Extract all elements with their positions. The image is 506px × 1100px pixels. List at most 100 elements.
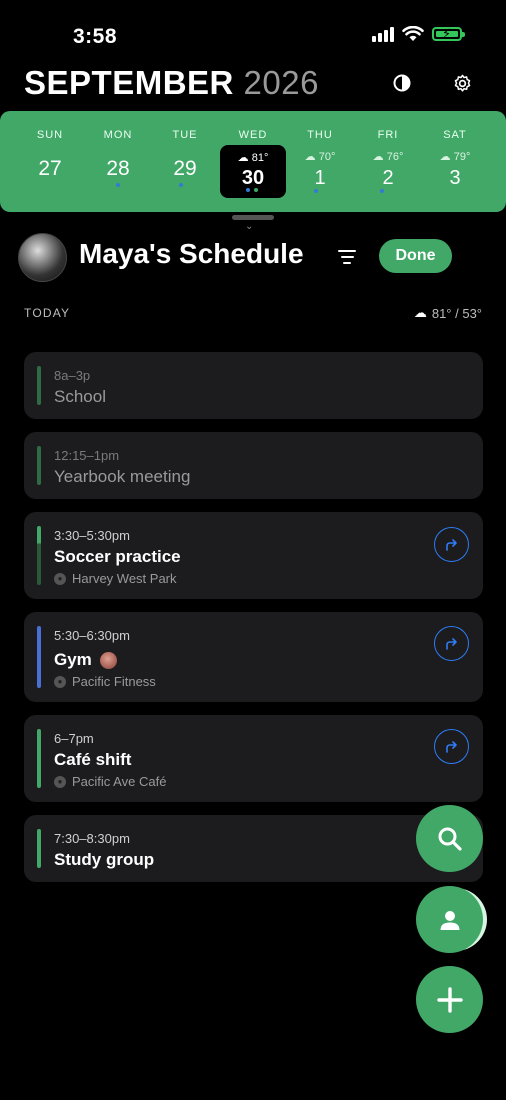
event-location: ● Harvey West Park	[54, 571, 177, 586]
event-dot	[380, 189, 384, 193]
event-color-bar	[37, 446, 41, 485]
day-sun[interactable]: SUN 27	[17, 111, 83, 212]
event-dot	[254, 188, 258, 192]
turn-arrow-icon	[445, 740, 457, 753]
cloud-icon: ☁	[439, 151, 451, 163]
done-button[interactable]: Done	[379, 239, 452, 273]
plus-icon	[436, 986, 463, 1013]
event-dot	[314, 189, 318, 193]
event-time: 5:30–6:30pm	[54, 628, 130, 643]
month-title[interactable]: SEPTEMBER 2026	[24, 64, 319, 102]
rain-cloud-icon: ☁	[237, 152, 249, 164]
event-card[interactable]: 7:30–8:30pm Study group	[24, 815, 483, 882]
day-temp: 76°	[386, 151, 404, 163]
filter-icon[interactable]	[338, 250, 356, 268]
location-pin-icon: ●	[54, 775, 66, 788]
cellular-signal-icon	[372, 26, 394, 42]
event-card[interactable]: 8a–3p School	[24, 352, 483, 419]
event-dot	[246, 188, 250, 192]
event-card[interactable]: 12:15–1pm Yearbook meeting	[24, 432, 483, 499]
event-time: 12:15–1pm	[54, 448, 120, 463]
year-label: 2026	[243, 64, 319, 101]
directions-button[interactable]	[434, 527, 469, 562]
day-mon[interactable]: MON 28	[85, 111, 151, 212]
event-color-bar	[37, 626, 41, 688]
event-dot	[116, 183, 120, 187]
add-event-button[interactable]	[416, 966, 483, 1033]
turn-arrow-icon	[445, 637, 457, 650]
wifi-icon	[402, 26, 424, 41]
event-title-text: Gym	[54, 650, 92, 669]
day-fri[interactable]: FRI ☁ 76° 2	[355, 111, 421, 212]
today-weather: ☁ 81° / 53°	[414, 305, 482, 321]
day-number: 1	[314, 167, 326, 189]
event-card[interactable]: 6–7pm Café shift ● Pacific Ave Café	[24, 715, 483, 802]
contrast-icon[interactable]	[391, 72, 413, 94]
event-color-bar	[37, 829, 41, 868]
event-dot	[179, 183, 183, 187]
event-title: School	[54, 387, 106, 406]
day-temp: 81°	[251, 152, 269, 164]
day-weather: ☁ 81°	[220, 151, 286, 164]
event-title: Gym	[54, 650, 117, 670]
day-of-week: MON	[103, 129, 133, 141]
directions-button[interactable]	[434, 729, 469, 764]
event-card[interactable]: 5:30–6:30pm Gym ● Pacific Fitness	[24, 612, 483, 702]
day-wed-selected[interactable]: WED ☁ 81° 30	[220, 111, 286, 212]
event-time: 8a–3p	[54, 368, 91, 383]
rain-cloud-icon: ☁	[413, 305, 427, 320]
event-color-bar	[37, 366, 41, 405]
event-location: ● Pacific Fitness	[54, 674, 156, 689]
day-of-week: FRI	[377, 129, 399, 141]
day-thu[interactable]: THU ☁ 70° 1	[287, 111, 353, 212]
day-weather: ☁ 79°	[422, 150, 488, 163]
event-time: 7:30–8:30pm	[54, 831, 130, 846]
day-of-week: SAT	[443, 129, 467, 141]
rain-cloud-icon: ☁	[372, 151, 384, 163]
status-icons: ⚡	[372, 26, 465, 42]
people-button[interactable]	[416, 886, 483, 953]
schedule-title: Maya's Schedule	[79, 238, 304, 269]
day-number: 29	[173, 157, 197, 180]
rain-cloud-icon: ☁	[304, 151, 316, 163]
avatar[interactable]	[18, 233, 67, 282]
event-location-text: Pacific Fitness	[72, 674, 156, 689]
drag-handle[interactable]	[232, 215, 274, 220]
day-number: 28	[106, 157, 130, 180]
directions-button[interactable]	[434, 626, 469, 661]
search-button[interactable]	[416, 805, 483, 872]
event-color-bar	[37, 526, 41, 585]
location-pin-icon: ●	[54, 675, 66, 688]
week-strip: SUN 27 MON 28 TUE 29 WED ☁ 81° 30 THU ☁ …	[0, 111, 506, 212]
day-of-week: WED	[238, 129, 268, 141]
event-location: ● Pacific Ave Café	[54, 774, 166, 789]
day-number: 27	[38, 157, 62, 180]
day-number: 2	[382, 167, 394, 189]
event-time: 6–7pm	[54, 731, 94, 746]
event-location-text: Harvey West Park	[72, 571, 177, 586]
day-sat[interactable]: SAT ☁ 79° 3	[422, 111, 488, 212]
person-icon	[440, 910, 459, 930]
battery-charging-icon: ⚡	[432, 26, 465, 41]
day-tue[interactable]: TUE 29	[152, 111, 218, 212]
gear-icon[interactable]	[451, 72, 473, 94]
event-title: Café shift	[54, 750, 132, 769]
attendee-avatar	[99, 652, 117, 670]
today-label: TODAY	[24, 306, 71, 320]
status-time: 3:58	[73, 25, 118, 48]
day-number: 3	[449, 167, 461, 189]
day-temp: 79°	[453, 151, 471, 163]
event-time: 3:30–5:30pm	[54, 528, 130, 543]
today-temp-range: 81° / 53°	[431, 305, 482, 321]
month-name: SEPTEMBER	[24, 64, 234, 101]
day-of-week: SUN	[36, 129, 64, 141]
day-temp: 70°	[318, 151, 336, 163]
event-title: Yearbook meeting	[54, 467, 191, 486]
event-title: Study group	[54, 850, 155, 869]
day-of-week: THU	[307, 129, 333, 141]
chevron-down-icon[interactable]: ⌄	[245, 221, 253, 232]
event-card[interactable]: 3:30–5:30pm Soccer practice ● Harvey West…	[24, 512, 483, 599]
day-of-week: TUE	[172, 129, 198, 141]
event-title: Soccer practice	[54, 547, 181, 566]
event-color-bar	[37, 729, 41, 788]
